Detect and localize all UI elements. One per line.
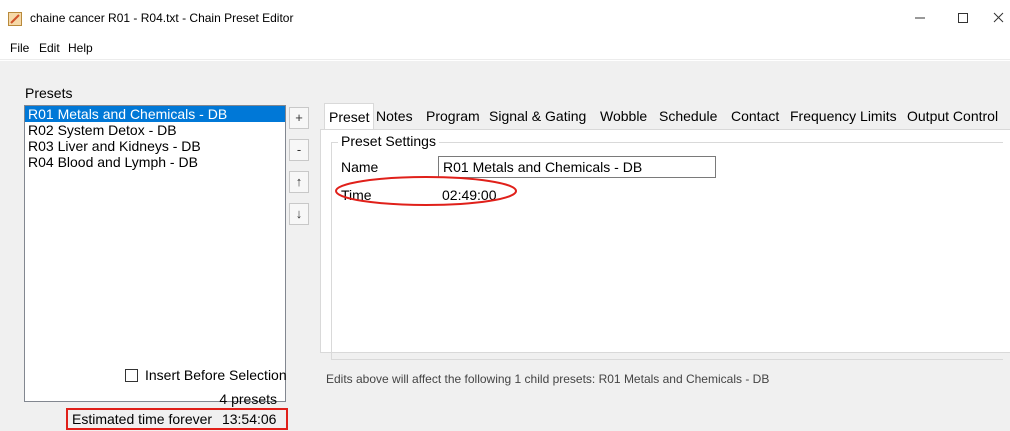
preset-settings-legend: Preset Settings <box>338 133 439 149</box>
remove-preset-button[interactable]: - <box>289 139 309 161</box>
menu-file[interactable]: File <box>10 41 29 55</box>
insert-before-label: Insert Before Selection <box>145 367 287 383</box>
move-down-button[interactable]: ↓ <box>289 203 309 225</box>
preset-list-item[interactable]: R04 Blood and Lymph - DB <box>25 154 285 170</box>
tab-output-control[interactable]: Output Control <box>903 105 1002 127</box>
preset-tab-panel: Preset Settings Name R01 Metals and Chem… <box>320 129 1010 360</box>
menu-help[interactable]: Help <box>68 41 93 55</box>
presets-label: Presets <box>25 85 73 101</box>
estimated-time-box: Estimated time forever 13:54:06 <box>66 408 288 430</box>
menu-edit[interactable]: Edit <box>39 41 60 55</box>
preset-settings-group: Preset Settings Name R01 Metals and Chem… <box>331 133 1003 360</box>
tab-schedule[interactable]: Schedule <box>655 105 721 127</box>
window-title: chaine cancer R01 - R04.txt - Chain Pres… <box>30 11 294 25</box>
preset-list[interactable]: R01 Metals and Chemicals - DB R02 System… <box>24 105 286 402</box>
title-bar: chaine cancer R01 - R04.txt - Chain Pres… <box>0 0 1010 36</box>
tab-frequency-limits[interactable]: Frequency Limits <box>786 105 901 127</box>
tab-program[interactable]: Program <box>422 105 484 127</box>
preset-list-item[interactable]: R03 Liver and Kidneys - DB <box>25 138 285 154</box>
add-preset-button[interactable]: + <box>289 107 309 129</box>
close-icon[interactable] <box>990 6 1010 30</box>
tab-signal-gating[interactable]: Signal & Gating <box>485 105 590 127</box>
tab-notes[interactable]: Notes <box>372 105 417 127</box>
preset-list-item[interactable]: R02 System Detox - DB <box>25 122 285 138</box>
preset-count: 4 presets <box>219 391 277 407</box>
editor-body: Presets R01 Metals and Chemicals - DB R0… <box>0 61 1010 431</box>
app-icon <box>8 12 22 26</box>
preset-name-field[interactable]: R01 Metals and Chemicals - DB <box>438 156 716 178</box>
move-up-button[interactable]: ↑ <box>289 171 309 193</box>
insert-before-checkbox[interactable] <box>125 369 138 382</box>
tab-wobble[interactable]: Wobble <box>596 105 651 127</box>
time-label: Time <box>341 187 372 203</box>
minimize-icon[interactable] <box>905 6 935 30</box>
estimated-time-label: Estimated time forever <box>72 411 213 427</box>
maximize-icon[interactable] <box>948 6 978 30</box>
tab-preset[interactable]: Preset <box>324 103 375 129</box>
estimated-time-value: 13:54:06 <box>221 411 277 427</box>
preset-list-item[interactable]: R01 Metals and Chemicals - DB <box>25 106 285 122</box>
name-label: Name <box>341 159 379 175</box>
edits-note: Edits above will affect the following 1 … <box>326 372 770 386</box>
menu-bar: File Edit Help <box>0 36 1010 60</box>
tab-contact[interactable]: Contact <box>727 105 783 127</box>
preset-time-value: 02:49:00 <box>442 187 497 203</box>
